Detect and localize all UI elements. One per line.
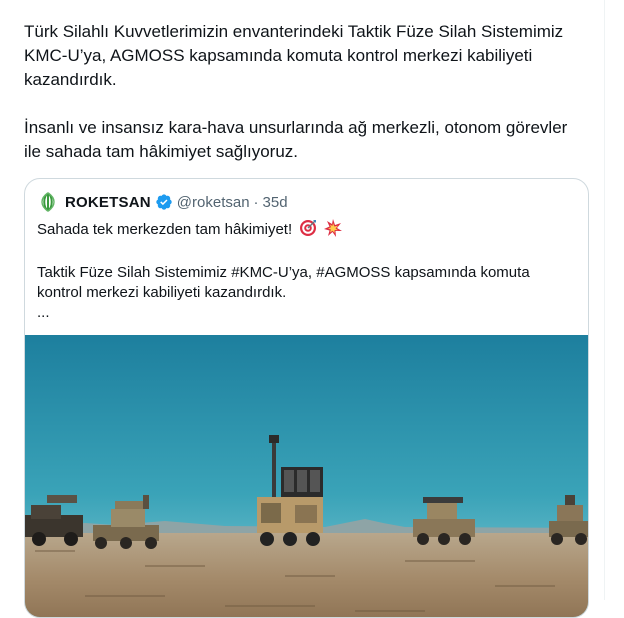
post-paragraph-1: Türk Silahlı Kuvvetlerimizin envanterind… xyxy=(24,22,564,89)
quoted-post-card[interactable]: ROKETSAN @roketsan · 35d Sahada tek merk… xyxy=(24,178,589,618)
quoted-author-name[interactable]: ROKETSAN xyxy=(65,194,151,211)
quoted-post-image[interactable] xyxy=(25,335,588,617)
separator-dot: · xyxy=(253,193,259,211)
roketsan-logo-icon[interactable] xyxy=(37,191,59,213)
post-column: Türk Silahlı Kuvvetlerimizin envanterind… xyxy=(0,0,605,618)
quoted-post-body: Sahada tek merkezden tam hâkimiyet! Takt… xyxy=(37,219,572,323)
post-paragraph-2: İnsanlı ve insansız kara-hava unsurların… xyxy=(24,118,568,161)
quoted-text-ellipsis: ... xyxy=(37,304,50,321)
verified-badge-icon xyxy=(155,193,173,211)
quoted-author-handle[interactable]: @roketsan xyxy=(177,194,250,211)
direct-hit-emoji-icon xyxy=(299,219,317,243)
quoted-post-header: ROKETSAN @roketsan · 35d xyxy=(37,191,288,213)
quoted-post-time[interactable]: 35d xyxy=(263,194,288,211)
quoted-text-line-1: Sahada tek merkezden tam hâkimiyet! xyxy=(37,221,293,238)
collision-emoji-icon xyxy=(324,219,343,243)
post-text: Türk Silahlı Kuvvetlerimizin envanterind… xyxy=(24,20,589,164)
quoted-text-line-2: Taktik Füze Silah Sistemimiz #KMC-U’ya, … xyxy=(37,264,530,301)
